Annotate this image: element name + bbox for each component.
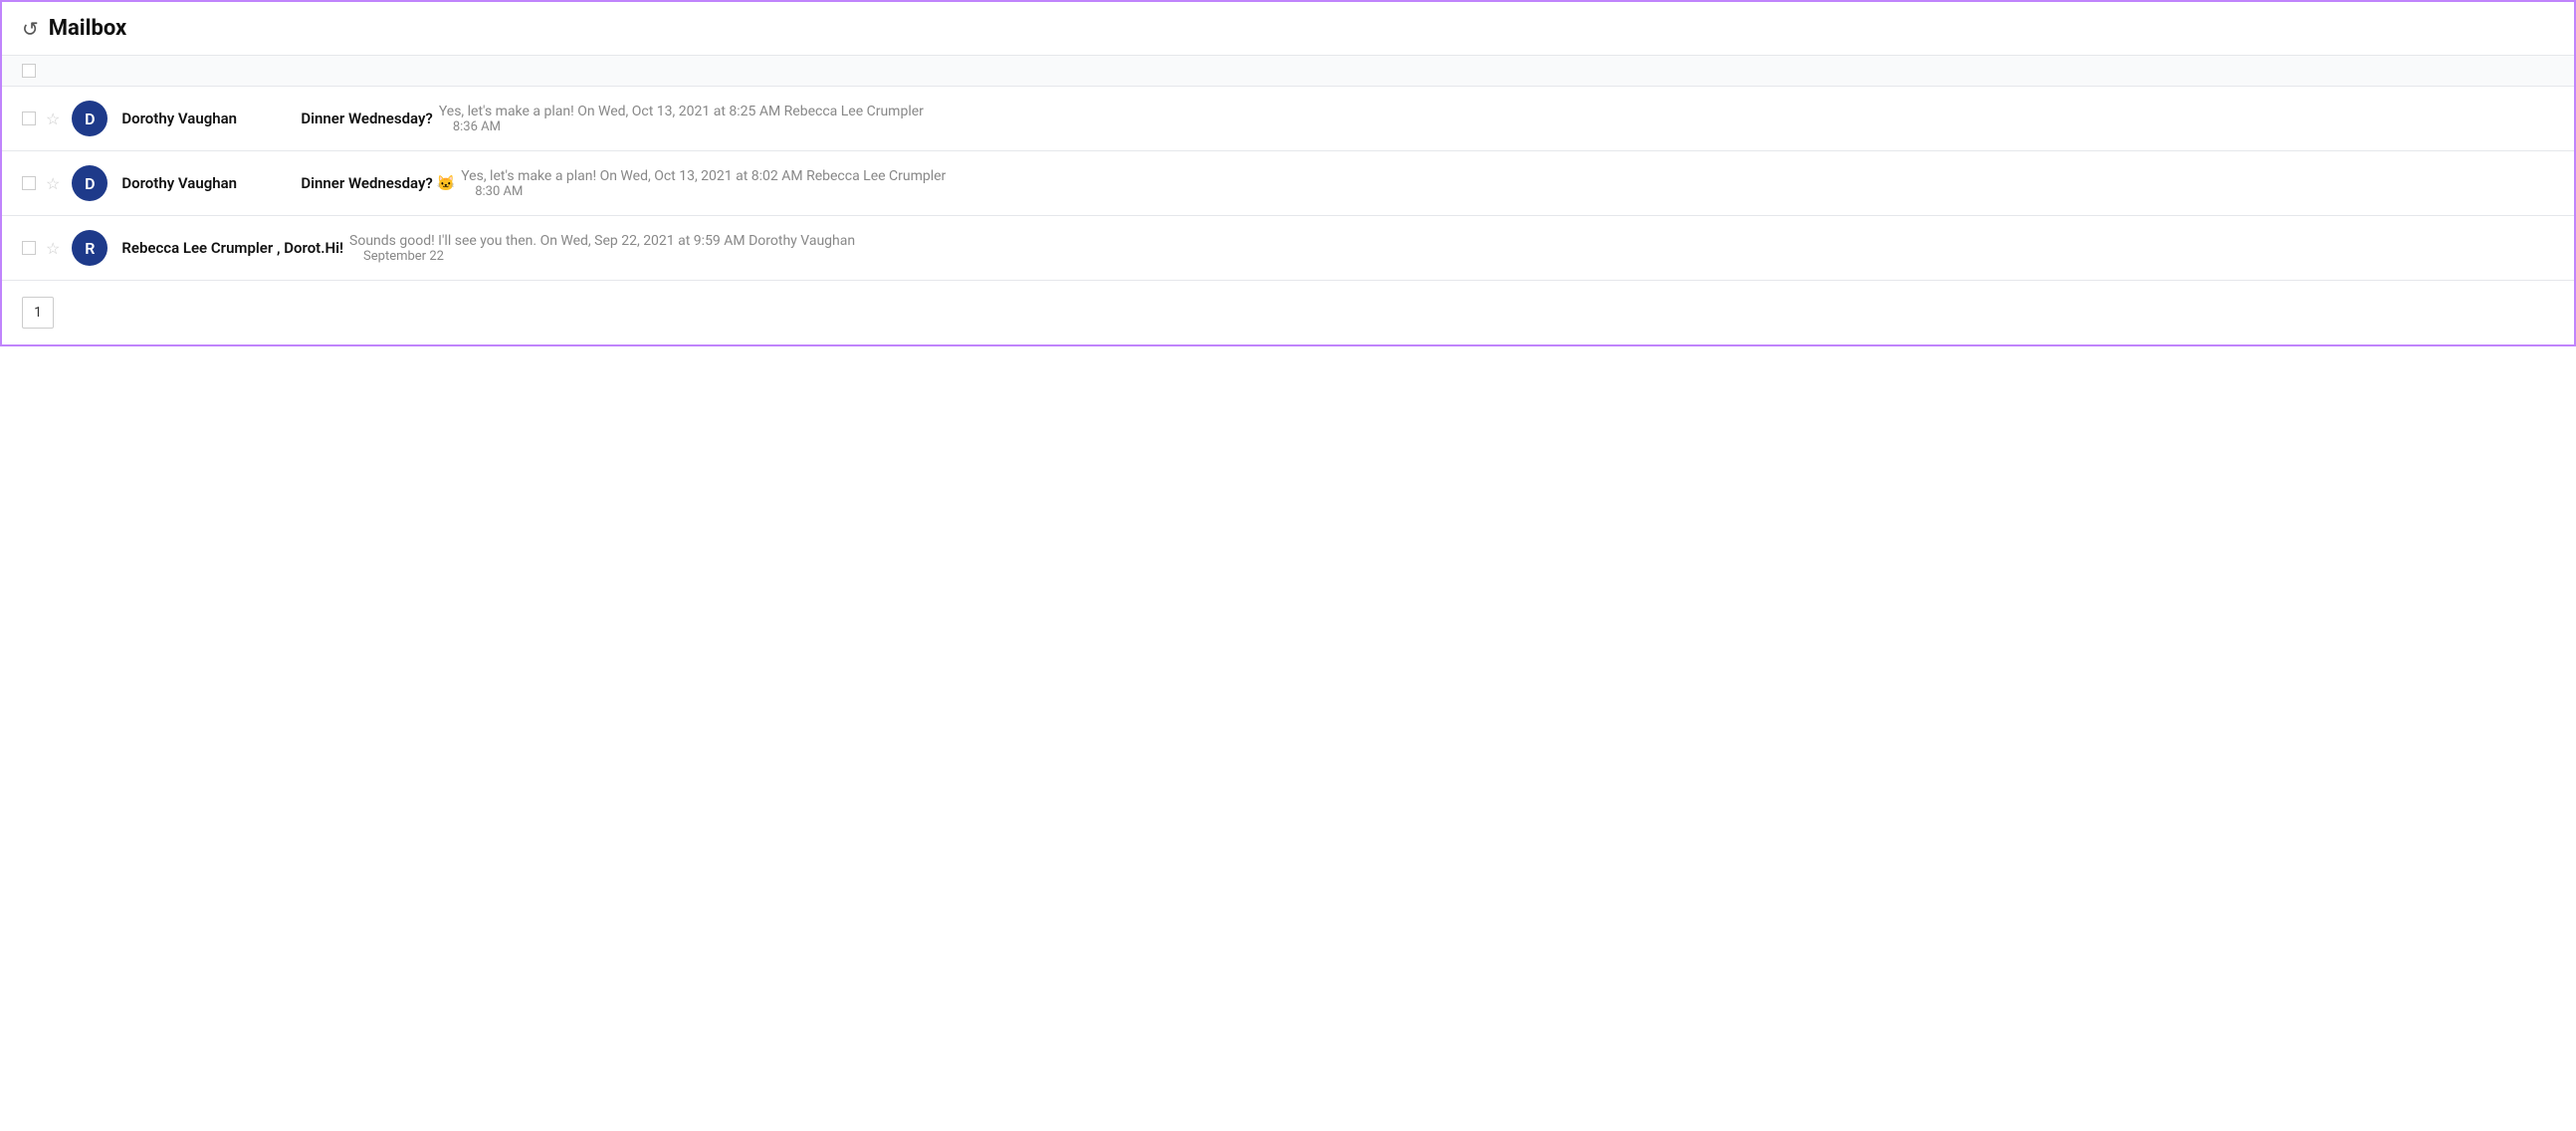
sender-2: Dorothy Vaughan	[121, 174, 301, 192]
email-list: ☆ D Dorothy Vaughan Dinner Wednesday? Ye…	[2, 87, 2574, 281]
star-icon-1[interactable]: ☆	[46, 110, 60, 128]
sender-1: Dorothy Vaughan	[121, 110, 301, 127]
avatar-3: R	[72, 230, 107, 266]
avatar-1: D	[72, 101, 107, 136]
table-row[interactable]: ☆ R Rebecca Lee Crumpler , Dorot. Hi! So…	[2, 216, 2574, 281]
mailbox-header: ↺ Mailbox	[2, 2, 2574, 56]
row-checkbox-2[interactable]	[22, 176, 36, 190]
page-1-button[interactable]: 1	[22, 297, 54, 329]
preview-1: Yes, let's make a plan! On Wed, Oct 13, …	[439, 104, 2554, 134]
email-toolbar	[2, 56, 2574, 87]
sender-3: Rebecca Lee Crumpler , Dorot.	[121, 239, 324, 257]
refresh-icon[interactable]: ↺	[22, 17, 39, 41]
subject-2: Dinner Wednesday? 🐱	[301, 174, 455, 192]
page-title: Mailbox	[49, 16, 126, 41]
star-icon-3[interactable]: ☆	[46, 239, 60, 258]
row-checkbox-1[interactable]	[22, 112, 36, 125]
timestamp-3: September 22	[363, 249, 2554, 264]
preview-3: Sounds good! I'll see you then. On Wed, …	[349, 233, 2554, 264]
subject-1: Dinner Wednesday?	[301, 110, 432, 127]
select-all-checkbox[interactable]	[22, 64, 36, 78]
row-checkbox-3[interactable]	[22, 241, 36, 255]
preview-2: Yes, let's make a plan! On Wed, Oct 13, …	[461, 168, 2554, 199]
table-row[interactable]: ☆ D Dorothy Vaughan Dinner Wednesday? 🐱 …	[2, 151, 2574, 216]
avatar-2: D	[72, 165, 107, 201]
table-row[interactable]: ☆ D Dorothy Vaughan Dinner Wednesday? Ye…	[2, 87, 2574, 151]
star-icon-2[interactable]: ☆	[46, 174, 60, 193]
subject-3: Hi!	[325, 239, 344, 257]
pagination: 1	[2, 281, 2574, 344]
timestamp-1: 8:36 AM	[453, 119, 2554, 134]
timestamp-2: 8:30 AM	[475, 184, 2554, 199]
